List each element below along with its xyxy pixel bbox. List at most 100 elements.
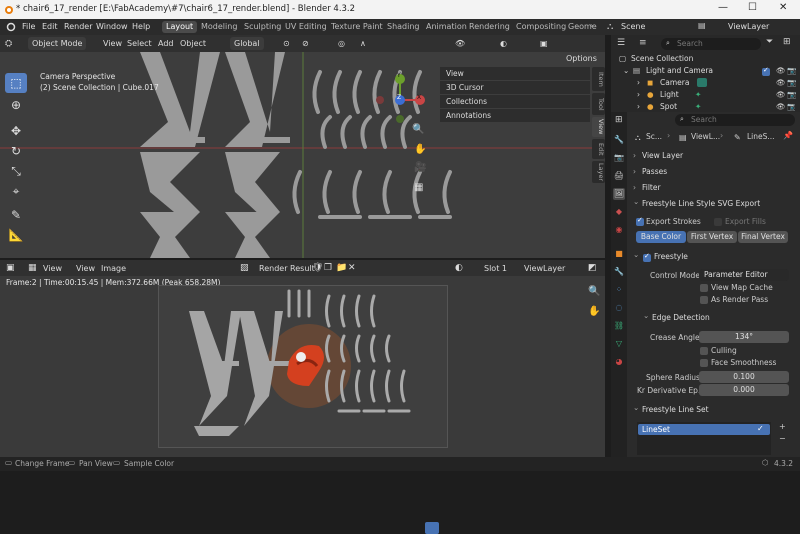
section-freestyle[interactable]: Freestyle xyxy=(630,250,796,266)
expand-icon[interactable]: › xyxy=(637,78,640,87)
image-editor[interactable]: Frame:2 | Time:00:15.45 | Mem:372.66M (P… xyxy=(0,276,605,457)
image-overlays-icon[interactable]: ◐ xyxy=(455,263,463,273)
maximize-button[interactable]: ☐ xyxy=(748,2,757,13)
tab-rendering[interactable]: Rendering xyxy=(465,21,514,33)
select-tool-icon[interactable]: ⬚ xyxy=(5,73,27,93)
npanel-view[interactable]: View xyxy=(440,67,590,80)
expand-icon[interactable]: ⌄ xyxy=(623,66,629,75)
menu-render[interactable]: Render xyxy=(64,22,92,31)
tab-compositing[interactable]: Compositing xyxy=(512,21,570,33)
output-props-icon[interactable]: 🖨 xyxy=(613,170,625,182)
exclude-checkbox[interactable] xyxy=(762,66,770,76)
outliner-row-light-camera[interactable]: ⌄ ▤ Light and Camera 👁📷 xyxy=(615,66,796,78)
final-vertex-tab[interactable]: Final Vertex xyxy=(738,231,788,243)
image-menu-image[interactable]: Image xyxy=(101,264,126,273)
outliner-search-input[interactable]: ⌕ Search xyxy=(661,38,761,50)
modifier-props-icon[interactable]: 🔧 xyxy=(613,266,625,278)
render-layer-selector[interactable]: ViewLayer xyxy=(524,264,565,273)
tab-modeling[interactable]: Modeling xyxy=(197,21,241,33)
export-strokes-checkbox[interactable] xyxy=(636,216,644,226)
navigation-gizmo[interactable] xyxy=(370,74,435,124)
camera-render-icon[interactable]: 📷 xyxy=(787,102,795,111)
npanel-collections[interactable]: Collections xyxy=(440,95,590,108)
annotate-tool-icon[interactable]: ✎ xyxy=(5,205,27,225)
outliner-row-camera[interactable]: › ◼ Camera 👁 📷 xyxy=(615,78,796,90)
outliner-row-light[interactable]: › ● Light ✦ 👁 📷 xyxy=(615,90,796,102)
image-browse-icon[interactable]: ▨ xyxy=(240,263,249,273)
move-tool-icon[interactable]: ✥ xyxy=(5,121,27,141)
expand-icon[interactable]: › xyxy=(637,102,640,111)
new-image-icon[interactable]: ❐ xyxy=(324,263,332,273)
unlink-image-icon[interactable]: ✕ xyxy=(348,263,356,273)
outliner-type-icon[interactable]: ☰ xyxy=(617,38,625,48)
properties-search-input[interactable]: ⌕ Search xyxy=(675,114,795,126)
menu-edit[interactable]: Edit xyxy=(42,22,58,31)
crease-angle-field[interactable]: 134° xyxy=(699,331,789,343)
perspective-toggle-icon[interactable]: ▦ xyxy=(414,182,423,193)
lineset-item[interactable]: LineSet ✓ xyxy=(638,424,770,435)
camera-view-icon[interactable]: 🎥 xyxy=(414,162,426,173)
mode-selector[interactable]: Object Mode xyxy=(28,37,87,50)
blender-menu-icon[interactable] xyxy=(5,22,16,32)
as-render-pass-checkbox[interactable] xyxy=(700,296,708,304)
pan-icon[interactable]: ✋ xyxy=(414,144,426,155)
snap-icon[interactable]: ⊘ xyxy=(302,39,309,48)
scene-props-icon[interactable]: ◆ xyxy=(613,206,625,218)
menu-window[interactable]: Window xyxy=(96,22,128,31)
section-edge-detection[interactable]: Edge Detection xyxy=(640,311,790,327)
sphere-radius-field[interactable]: 0.100 xyxy=(699,371,789,383)
render-props-icon[interactable]: 📷 xyxy=(613,152,625,164)
workspace-scroll-icon[interactable]: › xyxy=(590,21,593,30)
object-props-icon[interactable]: ■ xyxy=(613,248,625,260)
kr-derivative-field[interactable]: 0.000 xyxy=(699,384,789,396)
scene-selector[interactable]: Scene xyxy=(621,22,645,31)
face-smoothness-checkbox[interactable] xyxy=(700,359,708,367)
section-filter[interactable]: Filter xyxy=(630,183,796,197)
export-fills-checkbox[interactable] xyxy=(714,218,722,226)
camera-render-icon[interactable]: 📷 xyxy=(787,66,796,75)
image-gizmo-toggle-icon[interactable] xyxy=(425,522,439,534)
zoom-icon[interactable]: 🔍 xyxy=(412,124,424,135)
tab-animation[interactable]: Animation xyxy=(422,21,471,33)
section-line-set[interactable]: Freestyle Line Set xyxy=(630,403,796,419)
scale-tool-icon[interactable]: ⤡ xyxy=(5,161,27,181)
display-channels-icon[interactable]: ◩ xyxy=(588,263,597,273)
control-mode-select[interactable]: Parameter Editor xyxy=(699,269,789,281)
camera-render-icon[interactable]: 📷 xyxy=(787,90,796,99)
filter-icon[interactable]: ⏷ xyxy=(766,37,773,47)
open-image-icon[interactable]: 📁 xyxy=(336,263,347,273)
base-color-tab[interactable]: Base Color xyxy=(636,231,686,243)
breadcrumb-linestyle[interactable]: LineS... xyxy=(747,132,775,141)
breadcrumb-viewlayer[interactable]: ViewL... xyxy=(691,132,720,141)
transform-tool-icon[interactable]: ⌖ xyxy=(5,181,27,201)
tab-layer[interactable]: Layer xyxy=(592,161,605,183)
menu-select[interactable]: Select xyxy=(127,39,152,48)
view-layer-selector[interactable]: ViewLayer xyxy=(728,22,769,31)
lineset-check-icon[interactable]: ✓ xyxy=(757,424,764,433)
culling-checkbox[interactable] xyxy=(700,347,708,355)
overlays-icon[interactable]: ◐ xyxy=(500,39,507,48)
menu-view[interactable]: View xyxy=(103,39,122,48)
image-zoom-icon[interactable]: 🔍 xyxy=(588,286,600,297)
tab-view[interactable]: View xyxy=(592,117,605,137)
constraints-props-icon[interactable]: ⛓ xyxy=(613,320,625,332)
tab-item[interactable]: Item xyxy=(592,67,605,91)
menu-add[interactable]: Add xyxy=(158,39,174,48)
menu-help[interactable]: Help xyxy=(132,22,150,31)
tab-texture-paint[interactable]: Texture Paint xyxy=(327,21,387,33)
physics-props-icon[interactable]: ◌ xyxy=(613,302,625,314)
menu-file[interactable]: File xyxy=(22,22,35,31)
world-props-icon[interactable]: ◉ xyxy=(613,224,625,236)
visibility-eye-icon[interactable]: 👁 xyxy=(776,78,786,87)
tab-tool[interactable]: Tool xyxy=(592,93,605,115)
tab-edit[interactable]: Edit xyxy=(592,139,605,159)
section-passes[interactable]: Passes xyxy=(630,167,796,181)
npanel-annotations[interactable]: Annotations xyxy=(440,109,590,122)
image-menu-view[interactable]: View xyxy=(76,264,95,273)
expand-icon[interactable]: › xyxy=(637,90,640,99)
new-collection-icon[interactable]: ⊞ xyxy=(783,37,791,47)
menu-object[interactable]: Object xyxy=(180,39,206,48)
outliner-display-icon[interactable]: ≡ xyxy=(639,38,647,48)
npanel-3d-cursor[interactable]: 3D Cursor xyxy=(440,81,590,94)
image-view-dropdown[interactable]: View xyxy=(43,264,62,273)
